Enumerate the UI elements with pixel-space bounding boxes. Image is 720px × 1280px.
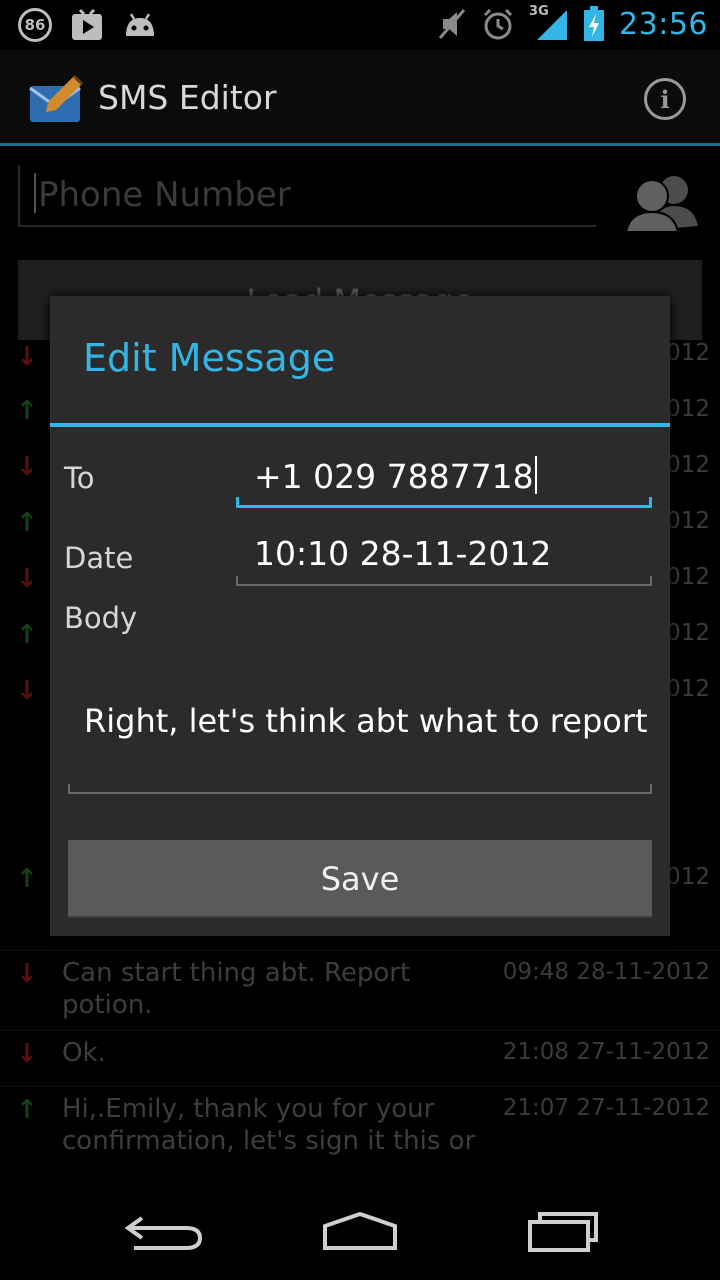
dialog-divider (50, 423, 670, 427)
date-label: Date (64, 541, 134, 575)
edit-message-dialog: Edit Message To +1 029 7887718 Date 10:1… (50, 296, 670, 936)
info-button[interactable]: i (644, 78, 686, 120)
back-icon[interactable] (120, 1206, 210, 1256)
save-button[interactable]: Save (68, 840, 652, 918)
body-label: Body (64, 601, 138, 635)
mute-icon (438, 9, 466, 39)
to-value-wrap: +1 029 7887718 (254, 456, 537, 496)
date-value: 10:10 28-11-2012 (254, 534, 552, 573)
body-value: Right, let's think abt what to report (84, 702, 648, 740)
navigation-bar (0, 1176, 720, 1280)
action-bar: SMS Editor i (0, 50, 720, 146)
alarm-icon (483, 8, 513, 40)
date-field[interactable]: 10:10 28-11-2012 (236, 526, 652, 586)
battery-charging-icon (584, 6, 605, 41)
save-label: Save (320, 860, 400, 898)
app-logo-icon (29, 74, 84, 122)
app-title: SMS Editor (98, 78, 277, 117)
status-bar: 86 3G 23:56 (0, 0, 720, 50)
recent-apps-icon[interactable] (520, 1206, 610, 1256)
android-icon (126, 13, 154, 36)
to-field[interactable]: +1 029 7887718 (236, 448, 652, 508)
play-store-icon (72, 8, 102, 40)
badge-86-icon: 86 (18, 8, 52, 42)
text-cursor (534, 456, 537, 494)
clock: 23:56 (619, 6, 708, 42)
to-label: To (64, 461, 95, 495)
home-icon[interactable] (315, 1206, 405, 1256)
body-field[interactable]: Right, let's think abt what to report (68, 666, 652, 794)
signal-icon: 3G (529, 4, 569, 42)
to-value: +1 029 7887718 (254, 457, 534, 496)
dialog-title: Edit Message (83, 336, 336, 380)
